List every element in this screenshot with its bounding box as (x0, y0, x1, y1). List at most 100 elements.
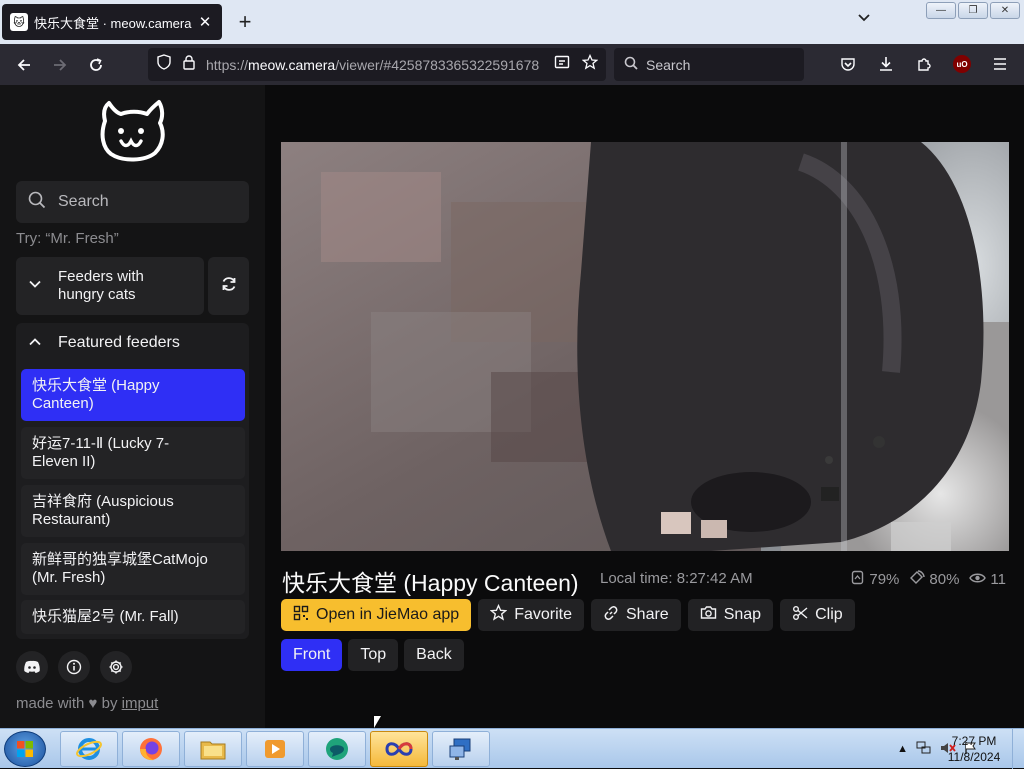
back-arrow-icon[interactable] (6, 49, 42, 81)
menu-hamburger-icon[interactable] (982, 48, 1018, 80)
downloads-icon[interactable] (868, 48, 904, 80)
feeder-search-placeholder: Search (58, 193, 109, 210)
settings-gear-icon[interactable] (100, 651, 132, 683)
feeder-item-lucky-7-eleven[interactable]: 好运7-11-Ⅱ (Lucky 7-Eleven II) (21, 427, 245, 479)
extensions-icon[interactable] (906, 48, 942, 80)
close-window-icon[interactable]: ✕ (990, 2, 1020, 19)
camera-view-switcher: Front Top Back (281, 639, 464, 671)
viewers-count: 11 (990, 571, 1006, 588)
view-top-button[interactable]: Top (348, 639, 399, 671)
heart-icon: ♥ (88, 695, 98, 712)
chat-app-icon[interactable] (308, 731, 366, 767)
show-desktop-button[interactable] (1012, 729, 1024, 769)
search-icon (624, 56, 638, 73)
made-with-credit: made with ♥ by imput (16, 695, 158, 712)
tab-title: 快乐大食堂 · meow.camera (34, 15, 192, 31)
browser-tab[interactable]: 🐱 快乐大食堂 · meow.camera ✕ (2, 4, 222, 40)
tab-close-icon[interactable]: ✕ (196, 13, 214, 31)
camera-video-feed[interactable] (281, 142, 1009, 551)
open-in-app-button[interactable]: Open in JieMao app (281, 599, 472, 631)
lock-icon[interactable] (182, 54, 196, 75)
internet-explorer-icon[interactable] (60, 731, 118, 767)
media-player-icon[interactable] (246, 731, 304, 767)
snap-label: Snap (723, 606, 762, 623)
browser-search-placeholder: Search (646, 56, 691, 73)
bookmark-star-icon[interactable] (581, 53, 599, 75)
remote-desktop-icon[interactable] (432, 731, 490, 767)
chevron-down-icon (28, 277, 44, 296)
info-icon[interactable] (58, 651, 90, 683)
favorite-button[interactable]: Favorite (478, 599, 584, 631)
forward-arrow-icon[interactable] (42, 49, 78, 81)
battery-level-value: 80% (929, 571, 960, 588)
feeder-label: 吉祥食府 (Auspicious Restaurant) (32, 493, 174, 528)
view-front-button[interactable]: Front (281, 639, 343, 671)
view-back-button[interactable]: Back (404, 639, 464, 671)
restore-icon[interactable]: ❐ (958, 2, 988, 19)
featured-feeders-panel: Featured feeders 快乐大食堂 (Happy Canteen) 好… (16, 323, 249, 639)
refresh-icon (220, 275, 238, 298)
viewers-stat: 11 (969, 571, 1006, 588)
viewer-main: 快乐大食堂 (Happy Canteen) Local time: 8:27:4… (265, 85, 1024, 728)
feeder-stats: 79% 80% 11 (850, 570, 1006, 589)
discord-icon[interactable] (16, 651, 48, 683)
feeder-item-auspicious-restaurant[interactable]: 吉祥食府 (Auspicious Restaurant) (21, 485, 245, 537)
start-button-windows-icon[interactable] (4, 731, 46, 767)
hungry-cats-toggle[interactable]: Feeders with hungry cats (16, 257, 204, 315)
share-button[interactable]: Share (591, 599, 681, 631)
url-text: https://meow.camera/viewer/#425878336532… (206, 57, 548, 73)
clock-date: 11/8/2024 (947, 750, 1001, 764)
feeder-item-mr-fresh[interactable]: 新鲜哥的独享城堡CatMojo (Mr. Fresh) (21, 543, 245, 595)
toolbar-right: uO (830, 48, 1018, 80)
clip-button[interactable]: Clip (780, 599, 855, 631)
browser-tab-bar: 🐱 快乐大食堂 · meow.camera ✕ + — ❐ ✕ (0, 0, 1024, 44)
pocket-icon[interactable] (830, 48, 866, 80)
window-controls: — ❐ ✕ (926, 2, 1020, 19)
infinity-app-icon[interactable] (370, 731, 428, 767)
clip-label: Clip (815, 606, 843, 623)
feeder-item-mr-fall[interactable]: 快乐猫屋2号 (Mr. Fall) (21, 600, 245, 634)
star-icon (489, 603, 508, 626)
minimize-icon[interactable]: — (926, 2, 956, 19)
qr-code-icon (293, 605, 309, 626)
url-path: /viewer/#4258783365322591678 (335, 56, 540, 73)
feeder-item-happy-canteen[interactable]: 快乐大食堂 (Happy Canteen) (21, 369, 245, 421)
camera-frame-image (281, 142, 1009, 551)
feeder-search-input[interactable]: Search (16, 181, 249, 223)
snap-button[interactable]: Snap (687, 599, 774, 631)
reload-icon[interactable] (78, 49, 114, 81)
featured-feeders-toggle[interactable]: Featured feeders (16, 323, 249, 363)
author-link[interactable]: imput (122, 695, 159, 712)
food-bowl-icon (850, 570, 865, 589)
network-icon[interactable] (916, 741, 932, 758)
made-with-by: by (101, 695, 118, 712)
search-icon (28, 191, 46, 214)
action-buttons: Open in JieMao app Favorite Share Snap C… (281, 599, 855, 631)
feeder-label: 快乐猫屋2号 (Mr. Fall) (32, 608, 179, 625)
feeder-label: 新鲜哥的独享城堡CatMojo (Mr. Fresh) (32, 551, 208, 586)
url-bar[interactable]: https://meow.camera/viewer/#425878336532… (148, 48, 606, 81)
meow-camera-logo-icon[interactable] (97, 99, 167, 165)
file-explorer-icon[interactable] (184, 731, 242, 767)
shield-icon[interactable] (156, 54, 172, 75)
camera-icon (700, 605, 717, 625)
featured-feeders-label: Featured feeders (58, 334, 180, 351)
url-host: meow.camera (248, 56, 336, 73)
made-with-prefix: made with (16, 695, 85, 712)
meow-camera-page: Search Try: “Mr. Fresh” Feeders with hun… (0, 85, 1024, 728)
ublock-origin-icon[interactable]: uO (944, 48, 980, 80)
firefox-icon[interactable] (122, 731, 180, 767)
windows-taskbar: ▲ 7:27 PM 11/8/2024 (0, 728, 1024, 769)
refresh-button[interactable] (208, 257, 249, 315)
browser-search-box[interactable]: Search (614, 48, 804, 81)
show-hidden-icons-icon[interactable]: ▲ (897, 743, 908, 755)
tab-list-chevron-icon[interactable] (852, 10, 876, 34)
feeder-label: 快乐大食堂 (Happy Canteen) (32, 377, 160, 412)
taskbar-clock[interactable]: 7:27 PM 11/8/2024 (936, 733, 1012, 765)
cat-favicon-icon: 🐱 (10, 13, 28, 31)
food-level-stat: 79% (850, 570, 899, 589)
search-hint: Try: “Mr. Fresh” (16, 230, 119, 247)
sidebar: Search Try: “Mr. Fresh” Feeders with hun… (0, 85, 265, 728)
new-tab-plus-icon[interactable]: + (232, 8, 258, 36)
reader-view-icon[interactable] (554, 54, 570, 75)
